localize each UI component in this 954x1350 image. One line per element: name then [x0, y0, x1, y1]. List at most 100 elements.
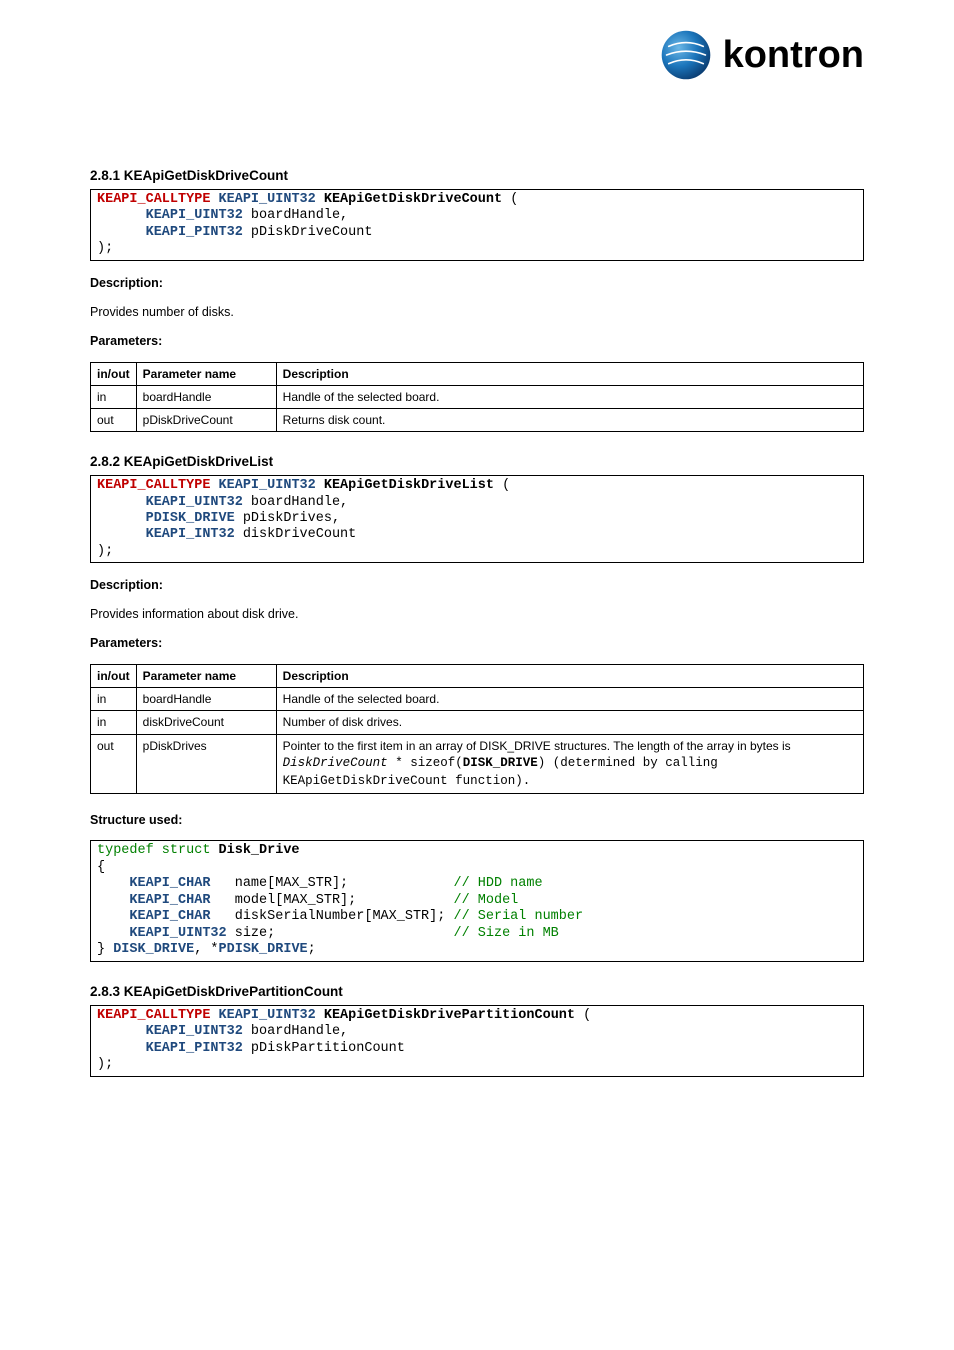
cell-desc: Number of disk drives. [276, 711, 863, 734]
close-paren: ); [97, 241, 113, 256]
close-paren: ); [97, 1057, 113, 1072]
field-comment: // Size in MB [453, 926, 558, 941]
params-label: Parameters: [90, 635, 864, 652]
cell-dir: out [91, 408, 137, 431]
kw-calltype: KEAPI_CALLTYPE [97, 1008, 210, 1023]
param-name: diskDriveCount [235, 527, 357, 542]
brand-name: kontron [723, 34, 864, 77]
fn-name: KEApiGetDiskDriveList [324, 478, 494, 493]
brand-logo: kontron [659, 28, 864, 82]
desc-drivecount: Description: [90, 275, 864, 292]
field-comment: // Model [453, 893, 518, 908]
field-type: KEAPI_CHAR [129, 893, 210, 908]
kw-typedef: typedef struct [97, 843, 210, 858]
fn-block-drivecount: 2.8.1 KEApiGetDiskDriveCount KEAPI_CALLT… [90, 168, 864, 432]
fn-block-partitioncount: 2.8.3 KEApiGetDiskDrivePartitionCount KE… [90, 984, 864, 1077]
desc-text: Provides information about disk drive. [90, 606, 864, 623]
open-paren: ( [494, 478, 510, 493]
typedef-ptr: PDISK_DRIVE [219, 942, 308, 957]
kw-calltype: KEAPI_CALLTYPE [97, 478, 210, 493]
desc-label: Description: [90, 578, 163, 592]
cell-name: boardHandle [136, 688, 276, 711]
table-row: in diskDriveCount Number of disk drives. [91, 711, 864, 734]
table-header-row: in/out Parameter name Description [91, 665, 864, 688]
fn-block-drivelist: 2.8.2 KEApiGetDiskDriveList KEAPI_CALLTY… [90, 454, 864, 962]
desc-drivelist: Description: [90, 577, 864, 594]
code-sig-partitioncount: KEAPI_CALLTYPE KEAPI_UINT32 KEApiGetDisk… [90, 1005, 864, 1077]
field-comment: // Serial number [453, 909, 583, 924]
cell-name: diskDriveCount [136, 711, 276, 734]
cell-desc: Returns disk count. [276, 408, 863, 431]
field-name: name[MAX_STR]; [210, 876, 453, 891]
field-type: KEAPI_CHAR [129, 876, 210, 891]
open-paren: ( [502, 192, 518, 207]
kontron-globe-icon [659, 28, 713, 82]
code-sig-drivecount: KEAPI_CALLTYPE KEAPI_UINT32 KEApiGetDisk… [90, 189, 864, 261]
param-type: KEAPI_UINT32 [146, 495, 243, 510]
th-desc: Description [276, 362, 863, 385]
page-content: 2.8.1 KEApiGetDiskDriveCount KEAPI_CALLT… [90, 30, 864, 1077]
open-paren: ( [575, 1008, 591, 1023]
desc-text: Provides number of disks. [90, 304, 864, 321]
cell-dir: in [91, 688, 137, 711]
table-row: out pDiskDrives Pointer to the first ite… [91, 734, 864, 793]
semi: ; [308, 942, 316, 957]
field-name: model[MAX_STR]; [210, 893, 453, 908]
params-table-drivelist: in/out Parameter name Description in boa… [90, 664, 864, 794]
heading-partitioncount: 2.8.3 KEApiGetDiskDrivePartitionCount [90, 984, 864, 999]
cell-desc: Pointer to the first item in an array of… [276, 734, 863, 793]
th-desc: Description [276, 665, 863, 688]
param-type: KEAPI_UINT32 [146, 208, 243, 223]
cell-desc: Handle of the selected board. [276, 385, 863, 408]
kw-rettype: KEAPI_UINT32 [219, 192, 316, 207]
param-name: pDiskDrives, [235, 511, 340, 526]
kw-rettype: KEAPI_UINT32 [219, 478, 316, 493]
fn-name: KEApiGetDiskDriveCount [324, 192, 502, 207]
cell-name: pDiskDriveCount [136, 408, 276, 431]
table-header-row: in/out Parameter name Description [91, 362, 864, 385]
param-type: KEAPI_INT32 [146, 527, 235, 542]
field-comment: // HDD name [453, 876, 542, 891]
desc-label: Description: [90, 276, 163, 290]
field-name: diskSerialNumber[MAX_STR]; [210, 909, 453, 924]
param-name: boardHandle, [243, 208, 348, 223]
params-label: Parameters: [90, 333, 864, 350]
brace-close: } [97, 942, 113, 957]
param-name: pDiskDriveCount [243, 225, 373, 240]
cell-dir: in [91, 711, 137, 734]
param-type: KEAPI_PINT32 [146, 1041, 243, 1056]
code-struct-diskdrive: typedef struct Disk_Drive { KEAPI_CHAR n… [90, 840, 864, 961]
th-param: Parameter name [136, 665, 276, 688]
code-sig-drivelist: KEAPI_CALLTYPE KEAPI_UINT32 KEApiGetDisk… [90, 475, 864, 563]
table-row: out pDiskDriveCount Returns disk count. [91, 408, 864, 431]
close-paren: ); [97, 544, 113, 559]
param-name: pDiskPartitionCount [243, 1041, 405, 1056]
brace-open: { [97, 860, 105, 875]
field-type: KEAPI_CHAR [129, 909, 210, 924]
cell-desc: Handle of the selected board. [276, 688, 863, 711]
table-row: in boardHandle Handle of the selected bo… [91, 688, 864, 711]
struct-name: Disk_Drive [210, 843, 299, 858]
heading-drivecount: 2.8.1 KEApiGetDiskDriveCount [90, 168, 864, 183]
fn-name: KEApiGetDiskDrivePartitionCount [324, 1008, 575, 1023]
page: kontron 2.8.1 KEApiGetDiskDriveCount KEA… [0, 0, 954, 1350]
param-type: KEAPI_UINT32 [146, 1024, 243, 1039]
param-name: boardHandle, [243, 1024, 348, 1039]
th-inout: in/out [91, 362, 137, 385]
cell-dir: in [91, 385, 137, 408]
field-name: size; [227, 926, 454, 941]
param-type: PDISK_DRIVE [146, 511, 235, 526]
param-name: boardHandle, [243, 495, 348, 510]
cell-name: boardHandle [136, 385, 276, 408]
field-type: KEAPI_UINT32 [129, 926, 226, 941]
heading-drivelist: 2.8.2 KEApiGetDiskDriveList [90, 454, 864, 469]
sep: , * [194, 942, 218, 957]
table-row: in boardHandle Handle of the selected bo… [91, 385, 864, 408]
th-inout: in/out [91, 665, 137, 688]
param-type: KEAPI_PINT32 [146, 225, 243, 240]
kw-calltype: KEAPI_CALLTYPE [97, 192, 210, 207]
th-param: Parameter name [136, 362, 276, 385]
kw-rettype: KEAPI_UINT32 [219, 1008, 316, 1023]
struct-label: Structure used: [90, 812, 864, 829]
cell-dir: out [91, 734, 137, 793]
